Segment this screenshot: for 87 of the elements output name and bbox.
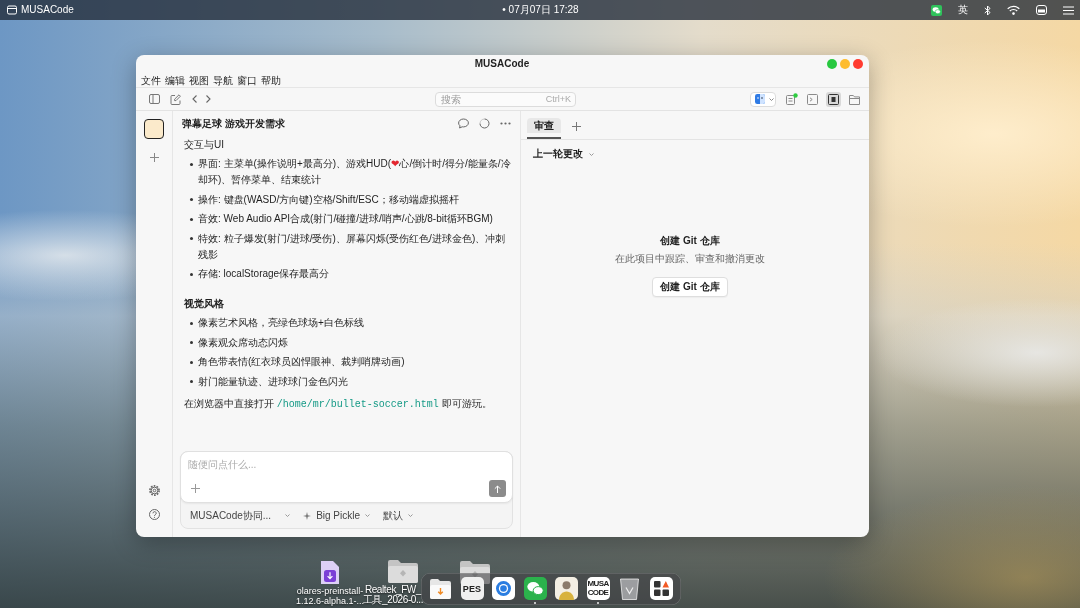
forward-icon[interactable] (206, 95, 211, 103)
list-item-text: 像素艺术风格，亮绿色球场+白色标线 (198, 316, 364, 330)
list-item-text: 角色带表情(红衣球员凶悍眼神、裁判哨牌动画) (198, 355, 405, 369)
arrow-up-icon (494, 484, 501, 493)
caret-icon (365, 514, 371, 517)
app-icon (755, 94, 765, 104)
mode-selector[interactable]: 默认 (383, 508, 414, 523)
drive-icon[interactable] (1036, 5, 1047, 15)
sparkle-icon (303, 511, 312, 520)
list-item-text: 操作: 键盘(WASD/方向键)空格/Shift/ESC；移动端虚拟摇杆 (198, 192, 459, 207)
download-file-icon[interactable] (320, 561, 340, 584)
more-icon[interactable] (500, 122, 511, 125)
app-name[interactable]: MUSACode (21, 4, 74, 16)
file-name-label[interactable]: Realtek_FW_ 工具_2026-0... (362, 585, 424, 605)
menu-item[interactable]: 帮助 (261, 73, 281, 87)
model-selector[interactable]: Big Pickle (303, 510, 371, 521)
bullet-icon (190, 162, 193, 166)
musa-code-app-button[interactable]: MUSA CODE (586, 577, 610, 600)
list-item-text: 像素观众席动态闪烁 (198, 335, 288, 350)
menu-item[interactable]: 导航 (213, 73, 233, 87)
message-text: 交互与UI (184, 138, 225, 152)
wifi-icon[interactable] (1007, 5, 1020, 15)
app-grid-icon[interactable] (649, 577, 673, 600)
list-item-text: 射门能量轨迹、进球球门金色闪光 (198, 374, 348, 389)
window-title: MUSACode (474, 58, 530, 70)
empty-state-description: 在此项目中跟踪、审查和撤消更改 (615, 252, 765, 266)
menu-item[interactable]: 文件 (141, 73, 161, 87)
shortcut-hint: Ctrl+K (545, 93, 571, 105)
message-input[interactable]: 随便问点什么... (188, 457, 388, 471)
empty-state-title: 创建 Git 仓库 (660, 234, 720, 248)
trash-icon[interactable] (618, 577, 641, 600)
review-tab[interactable]: 审查 (527, 118, 561, 139)
terminal-icon[interactable] (805, 91, 820, 107)
caret-icon (589, 152, 594, 156)
close-button[interactable] (853, 59, 863, 69)
agent-selector[interactable]: MUSACode协同... (190, 508, 291, 523)
download-folder-icon[interactable] (429, 577, 452, 600)
browser-icon[interactable] (492, 577, 515, 600)
input-method-indicator[interactable]: 英 (958, 4, 968, 16)
add-project-icon[interactable] (149, 153, 159, 162)
bullet-icon (190, 217, 193, 221)
menu-item[interactable]: 窗口 (237, 73, 257, 87)
send-button[interactable] (489, 480, 506, 497)
clock[interactable]: • 07月07日 17:28 (502, 4, 579, 16)
pes-app-button[interactable]: PES (460, 577, 484, 600)
bullet-icon (190, 380, 193, 383)
list-icon[interactable] (784, 91, 799, 107)
message-text: 在浏览器中直接打开 /home/mr/bullet-soccer.html 即可游玩。 (184, 396, 493, 412)
bluetooth-icon[interactable] (984, 4, 991, 16)
list-item-text: 音效: Web Audio API合成(射门/碰撞/进球/哨声/心跳/8-bit循环BGM) (198, 212, 493, 226)
project-icon[interactable] (144, 119, 164, 139)
add-tab-icon[interactable] (572, 121, 581, 131)
bullet-icon (190, 360, 193, 364)
side-panel-icon[interactable] (826, 91, 841, 107)
folder-icon[interactable] (388, 559, 418, 583)
changes-dropdown[interactable]: 上一轮更改 (533, 147, 594, 161)
back-icon[interactable] (192, 95, 197, 103)
bullet-icon (190, 237, 193, 240)
bullet-icon (190, 341, 193, 344)
chat-title: 弹幕足球 游戏开发需求 (182, 116, 286, 131)
circle-progress-icon[interactable] (479, 118, 490, 129)
caret-icon (285, 514, 291, 517)
list-item-text: 界面: 主菜单(操作说明+最高分)、游戏HUD(❤心/倒计时/得分/能量条/冷却环)、暂停菜单、结束统计 (198, 157, 512, 187)
list-item-text: 存储: localStorage保存最高分 (198, 267, 330, 281)
app-window-icon[interactable] (7, 5, 17, 15)
app-picker-button[interactable] (750, 91, 776, 107)
bullet-icon (190, 321, 193, 325)
attach-icon[interactable] (191, 484, 200, 493)
section-heading: 视觉风格 (184, 297, 225, 311)
help-icon[interactable] (148, 509, 160, 520)
menu-item[interactable]: 视图 (189, 73, 209, 87)
sidebar-icon[interactable] (149, 94, 160, 104)
compose-icon[interactable] (170, 93, 181, 105)
menu-item[interactable]: 编辑 (165, 73, 185, 87)
chat-app-icon[interactable] (931, 4, 942, 16)
create-repo-button[interactable]: 创建 Git 仓库 (652, 277, 728, 297)
bullet-icon (190, 272, 193, 276)
comment-icon[interactable] (458, 118, 469, 129)
person-silhouette-icon[interactable] (555, 577, 578, 600)
caret-icon (408, 514, 414, 517)
menu-icon[interactable] (1063, 5, 1074, 15)
caret-icon (769, 97, 774, 101)
chat-app-icon[interactable] (523, 577, 547, 600)
settings-icon[interactable] (148, 485, 160, 496)
list-item-text: 特效: 粒子爆发(射门/进球/受伤)、屏幕闪烁(受伤红色/进球金色)、冲刺残影 (198, 231, 507, 262)
bullet-icon (190, 198, 193, 201)
file-name-label[interactable]: olares-preinstall- 1.12.6-alpha.1-... (295, 586, 364, 606)
